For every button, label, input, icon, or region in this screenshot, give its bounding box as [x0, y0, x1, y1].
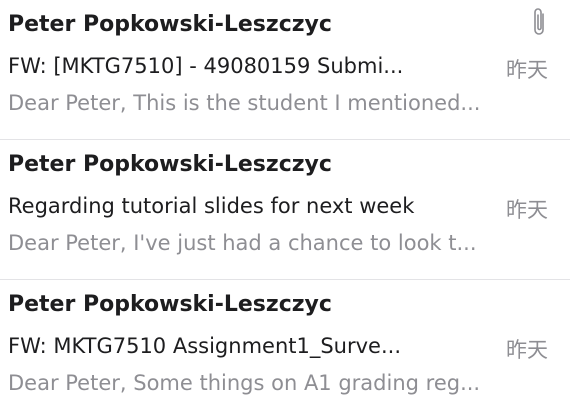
- message-date: 昨天: [506, 198, 548, 222]
- message-date: 昨天: [506, 338, 548, 362]
- message-subject: FW: [MKTG7510] - 49080159 Submi...: [8, 54, 404, 78]
- message-list: Peter Popkowski-Leszczyc FW: [MKTG7510] …: [0, 0, 578, 418]
- message-date: 昨天: [506, 58, 548, 82]
- message-preview: Dear Peter, This is the student I mentio…: [8, 91, 481, 115]
- message-sender: Peter Popkowski-Leszczyc: [8, 292, 332, 317]
- message-subject: Regarding tutorial slides for next week: [8, 194, 415, 218]
- message-sender: Peter Popkowski-Leszczyc: [8, 152, 332, 177]
- message-list-item[interactable]: Peter Popkowski-Leszczyc Regarding tutor…: [0, 140, 570, 280]
- message-preview: Dear Peter, I've just had a chance to lo…: [8, 231, 477, 255]
- message-sender: Peter Popkowski-Leszczyc: [8, 12, 332, 37]
- message-list-item[interactable]: Peter Popkowski-Leszczyc FW: [MKTG7510] …: [0, 0, 570, 140]
- paperclip-icon: [534, 8, 544, 35]
- message-subject: FW: MKTG7510 Assignment1_Surve...: [8, 334, 401, 358]
- message-preview: Dear Peter, Some things on A1 grading re…: [8, 371, 481, 395]
- message-list-item[interactable]: Peter Popkowski-Leszczyc FW: MKTG7510 As…: [0, 280, 570, 418]
